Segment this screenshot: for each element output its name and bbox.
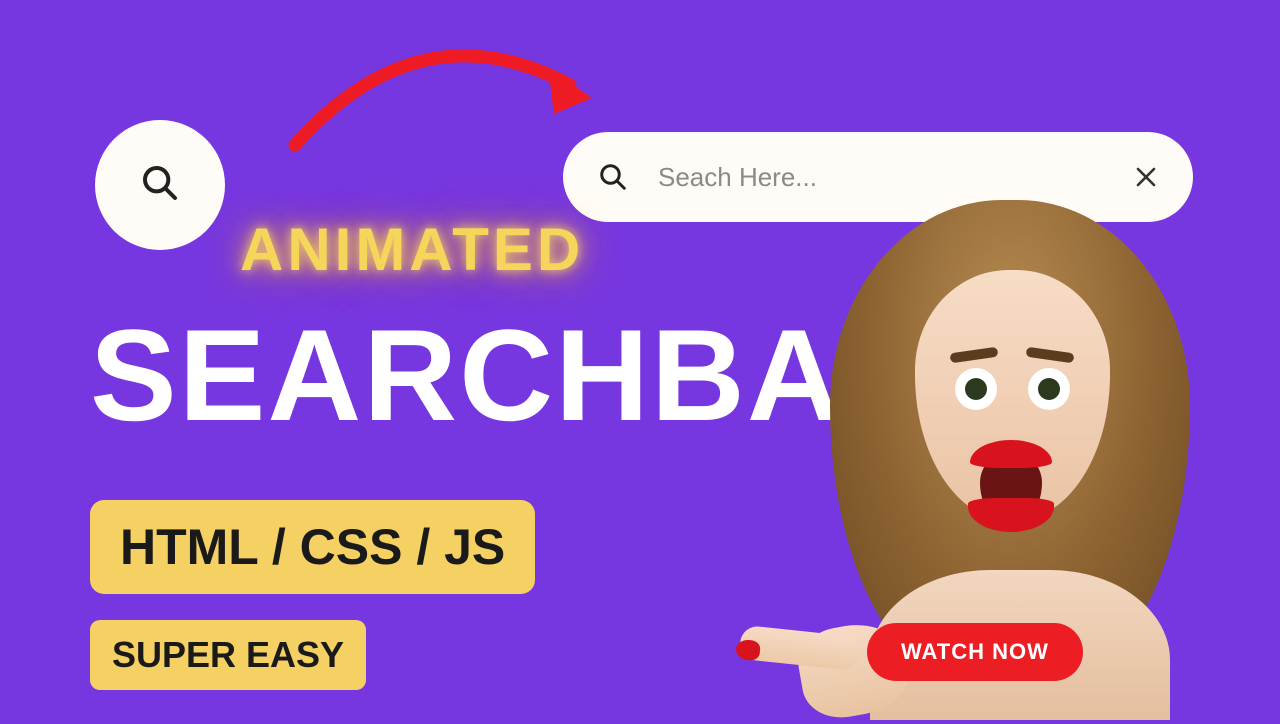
search-icon bbox=[140, 163, 180, 208]
search-icon bbox=[598, 162, 628, 192]
arrow-icon bbox=[280, 30, 610, 160]
easy-badge: SUPER EASY bbox=[90, 620, 366, 690]
subtitle-animated: ANIMATED bbox=[240, 215, 584, 284]
tech-badge: HTML / CSS / JS bbox=[90, 500, 535, 594]
search-placeholder: Seach Here... bbox=[658, 162, 1104, 193]
watch-now-button[interactable]: WATCH NOW bbox=[867, 623, 1083, 681]
close-icon[interactable] bbox=[1134, 165, 1158, 189]
search-collapsed-button[interactable] bbox=[95, 120, 225, 250]
